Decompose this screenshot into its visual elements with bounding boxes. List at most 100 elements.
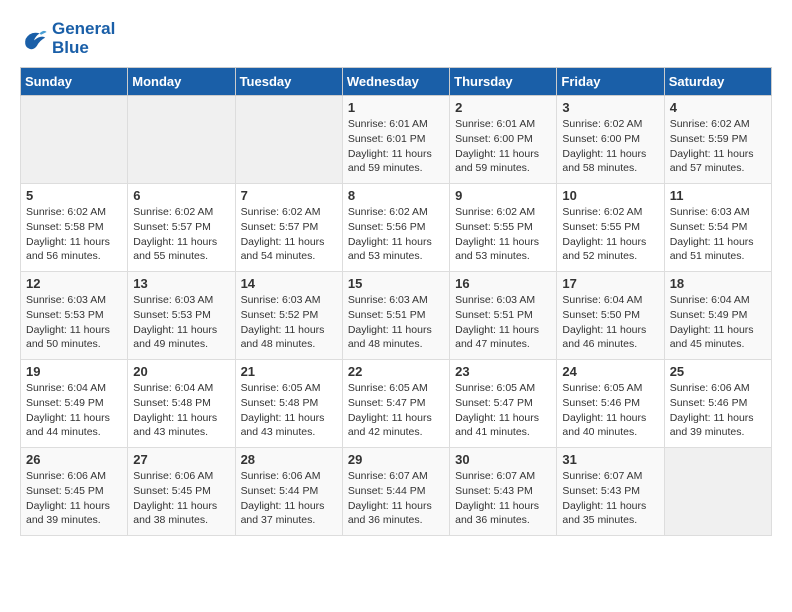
day-info: Sunrise: 6:03 AMSunset: 5:53 PMDaylight:…: [133, 293, 229, 352]
day-info: Sunrise: 6:02 AMSunset: 5:57 PMDaylight:…: [241, 205, 337, 264]
logo-text: General Blue: [52, 20, 115, 57]
calendar-cell: 1 Sunrise: 6:01 AMSunset: 6:01 PMDaylight…: [342, 96, 449, 184]
calendar-cell: 18Sunrise: 6:04 AMSunset: 5:49 PMDayligh…: [664, 272, 771, 360]
day-info: Sunrise: 6:07 AMSunset: 5:44 PMDaylight:…: [348, 469, 444, 528]
day-info: Sunrise: 6:07 AMSunset: 5:43 PMDaylight:…: [455, 469, 551, 528]
weekday-header-friday: Friday: [557, 68, 664, 96]
weekday-header-wednesday: Wednesday: [342, 68, 449, 96]
calendar-cell: 23Sunrise: 6:05 AMSunset: 5:47 PMDayligh…: [450, 360, 557, 448]
day-number: 9: [455, 188, 551, 203]
calendar-cell: [664, 448, 771, 536]
week-row-3: 12 Sunrise: 6:03 AMSunset: 5:53 PMDayligh…: [21, 272, 772, 360]
day-number: 22: [348, 364, 444, 379]
day-number: 14: [241, 276, 337, 291]
calendar-cell: 15Sunrise: 6:03 AMSunset: 5:51 PMDayligh…: [342, 272, 449, 360]
calendar-cell: 19 Sunrise: 6:04 AMSunset: 5:49 PMDayligh…: [21, 360, 128, 448]
weekday-header-thursday: Thursday: [450, 68, 557, 96]
day-info: Sunrise: 6:05 AMSunset: 5:47 PMDaylight:…: [348, 381, 444, 440]
day-info: Sunrise: 6:02 AMSunset: 6:00 PMDaylight:…: [562, 117, 658, 176]
day-info: Sunrise: 6:07 AMSunset: 5:43 PMDaylight:…: [562, 469, 658, 528]
calendar-cell: [21, 96, 128, 184]
day-info: Sunrise: 6:06 AMSunset: 5:45 PMDaylight:…: [133, 469, 229, 528]
day-info: Sunrise: 6:03 AMSunset: 5:51 PMDaylight:…: [455, 293, 551, 352]
day-number: 31: [562, 452, 658, 467]
day-number: 3: [562, 100, 658, 115]
logo-icon: [20, 25, 48, 53]
calendar-cell: 25 Sunrise: 6:06 AMSunset: 5:46 PMDayligh…: [664, 360, 771, 448]
day-number: 10: [562, 188, 658, 203]
day-number: 17: [562, 276, 658, 291]
day-info: Sunrise: 6:05 AMSunset: 5:47 PMDaylight:…: [455, 381, 551, 440]
day-info: Sunrise: 6:02 AMSunset: 5:57 PMDaylight:…: [133, 205, 229, 264]
day-info: Sunrise: 6:06 AMSunset: 5:45 PMDaylight:…: [26, 469, 122, 528]
calendar-cell: 10 Sunrise: 6:02 AMSunset: 5:55 PMDayligh…: [557, 184, 664, 272]
day-info: Sunrise: 6:02 AMSunset: 5:59 PMDaylight:…: [670, 117, 766, 176]
calendar-cell: 5 Sunrise: 6:02 AMSunset: 5:58 PMDaylight…: [21, 184, 128, 272]
page-header: General Blue: [20, 20, 772, 57]
calendar-cell: 8 Sunrise: 6:02 AMSunset: 5:56 PMDaylight…: [342, 184, 449, 272]
weekday-header-saturday: Saturday: [664, 68, 771, 96]
calendar-cell: [128, 96, 235, 184]
calendar-cell: 4 Sunrise: 6:02 AMSunset: 5:59 PMDaylight…: [664, 96, 771, 184]
day-info: Sunrise: 6:04 AMSunset: 5:49 PMDaylight:…: [26, 381, 122, 440]
weekday-header-monday: Monday: [128, 68, 235, 96]
day-number: 8: [348, 188, 444, 203]
day-number: 27: [133, 452, 229, 467]
day-info: Sunrise: 6:02 AMSunset: 5:58 PMDaylight:…: [26, 205, 122, 264]
calendar-cell: 31 Sunrise: 6:07 AMSunset: 5:43 PMDayligh…: [557, 448, 664, 536]
calendar-cell: 2Sunrise: 6:01 AMSunset: 6:00 PMDaylight…: [450, 96, 557, 184]
day-number: 4: [670, 100, 766, 115]
day-info: Sunrise: 6:06 AMSunset: 5:46 PMDaylight:…: [670, 381, 766, 440]
day-info: Sunrise: 6:03 AMSunset: 5:53 PMDaylight:…: [26, 293, 122, 352]
calendar-table: SundayMondayTuesdayWednesdayThursdayFrid…: [20, 67, 772, 536]
calendar-cell: 6 Sunrise: 6:02 AMSunset: 5:57 PMDaylight…: [128, 184, 235, 272]
calendar-cell: 24 Sunrise: 6:05 AMSunset: 5:46 PMDayligh…: [557, 360, 664, 448]
day-info: Sunrise: 6:05 AMSunset: 5:46 PMDaylight:…: [562, 381, 658, 440]
day-info: Sunrise: 6:04 AMSunset: 5:50 PMDaylight:…: [562, 293, 658, 352]
day-number: 25: [670, 364, 766, 379]
calendar-cell: 28Sunrise: 6:06 AMSunset: 5:44 PMDayligh…: [235, 448, 342, 536]
day-info: Sunrise: 6:02 AMSunset: 5:56 PMDaylight:…: [348, 205, 444, 264]
day-info: Sunrise: 6:02 AMSunset: 5:55 PMDaylight:…: [455, 205, 551, 264]
day-number: 29: [348, 452, 444, 467]
day-number: 16: [455, 276, 551, 291]
calendar-cell: 21Sunrise: 6:05 AMSunset: 5:48 PMDayligh…: [235, 360, 342, 448]
day-info: Sunrise: 6:02 AMSunset: 5:55 PMDaylight:…: [562, 205, 658, 264]
weekday-header-row: SundayMondayTuesdayWednesdayThursdayFrid…: [21, 68, 772, 96]
calendar-cell: 3 Sunrise: 6:02 AMSunset: 6:00 PMDaylight…: [557, 96, 664, 184]
day-number: 13: [133, 276, 229, 291]
day-info: Sunrise: 6:03 AMSunset: 5:51 PMDaylight:…: [348, 293, 444, 352]
day-number: 20: [133, 364, 229, 379]
calendar-cell: 9 Sunrise: 6:02 AMSunset: 5:55 PMDaylight…: [450, 184, 557, 272]
logo: General Blue: [20, 20, 115, 57]
calendar-cell: 20Sunrise: 6:04 AMSunset: 5:48 PMDayligh…: [128, 360, 235, 448]
day-number: 18: [670, 276, 766, 291]
day-number: 2: [455, 100, 551, 115]
day-number: 12: [26, 276, 122, 291]
calendar-cell: 30 Sunrise: 6:07 AMSunset: 5:43 PMDayligh…: [450, 448, 557, 536]
day-number: 6: [133, 188, 229, 203]
calendar-cell: 26Sunrise: 6:06 AMSunset: 5:45 PMDayligh…: [21, 448, 128, 536]
day-number: 30: [455, 452, 551, 467]
calendar-cell: 22 Sunrise: 6:05 AMSunset: 5:47 PMDayligh…: [342, 360, 449, 448]
calendar-cell: 16 Sunrise: 6:03 AMSunset: 5:51 PMDayligh…: [450, 272, 557, 360]
weekday-header-sunday: Sunday: [21, 68, 128, 96]
day-number: 21: [241, 364, 337, 379]
day-number: 28: [241, 452, 337, 467]
day-info: Sunrise: 6:01 AMSunset: 6:01 PMDaylight:…: [348, 117, 444, 176]
calendar-cell: 14 Sunrise: 6:03 AMSunset: 5:52 PMDayligh…: [235, 272, 342, 360]
weekday-header-tuesday: Tuesday: [235, 68, 342, 96]
day-number: 5: [26, 188, 122, 203]
day-number: 24: [562, 364, 658, 379]
day-info: Sunrise: 6:03 AMSunset: 5:52 PMDaylight:…: [241, 293, 337, 352]
week-row-4: 19 Sunrise: 6:04 AMSunset: 5:49 PMDayligh…: [21, 360, 772, 448]
week-row-1: 1 Sunrise: 6:01 AMSunset: 6:01 PMDaylight…: [21, 96, 772, 184]
calendar-cell: 11Sunrise: 6:03 AMSunset: 5:54 PMDayligh…: [664, 184, 771, 272]
calendar-cell: 12 Sunrise: 6:03 AMSunset: 5:53 PMDayligh…: [21, 272, 128, 360]
day-number: 19: [26, 364, 122, 379]
day-number: 7: [241, 188, 337, 203]
calendar-cell: 17 Sunrise: 6:04 AMSunset: 5:50 PMDayligh…: [557, 272, 664, 360]
day-number: 1: [348, 100, 444, 115]
week-row-5: 26Sunrise: 6:06 AMSunset: 5:45 PMDayligh…: [21, 448, 772, 536]
day-number: 11: [670, 188, 766, 203]
